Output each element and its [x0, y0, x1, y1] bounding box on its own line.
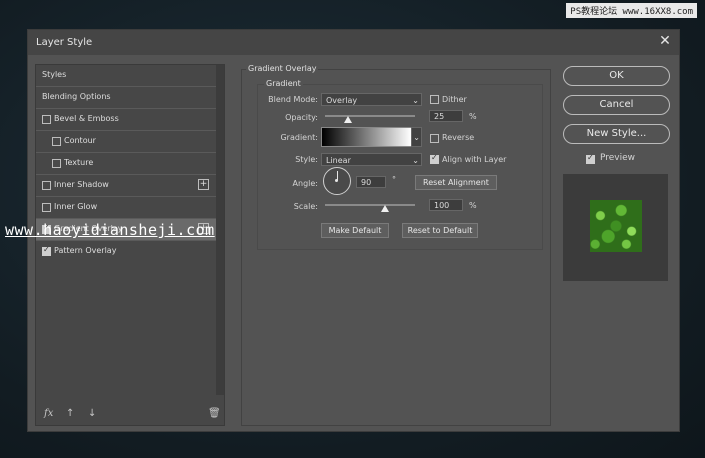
opacity-slider[interactable] [325, 115, 415, 117]
list-item-label: Inner Shadow [54, 180, 109, 189]
bevel-emboss-checkbox[interactable] [42, 115, 51, 124]
scale-slider-thumb[interactable] [381, 205, 390, 212]
make-default-button[interactable]: Make Default [321, 223, 389, 238]
angle-dial-center [335, 179, 338, 182]
reverse-label: Reverse [442, 133, 475, 142]
chevron-down-icon: ⌄ [412, 156, 419, 165]
trash-icon[interactable]: 🗑 [208, 408, 221, 419]
watermark-overlay: www.haoyidiansheji.com [5, 221, 215, 239]
add-inner-shadow-icon[interactable]: + [198, 179, 209, 190]
align-with-layer-label: Align with Layer [442, 155, 507, 164]
gradient-overlay-panel: Gradient Overlay Gradient Blend Mode: Ov… [241, 64, 551, 426]
style-label: Style: [295, 155, 318, 164]
preview-box [563, 174, 668, 281]
list-item-pattern-overlay[interactable]: Pattern Overlay [36, 241, 216, 262]
blend-mode-select[interactable]: Overlay ⌄ [321, 93, 422, 106]
fx-icon[interactable]: fx [44, 408, 53, 419]
style-value: Linear [326, 156, 351, 165]
scale-label: Scale: [293, 202, 318, 211]
dialog-title: Layer Style [36, 37, 93, 48]
move-up-icon[interactable]: ↑ [66, 408, 74, 419]
list-item-label: Styles [42, 70, 67, 79]
angle-input[interactable]: 90 [356, 176, 386, 188]
angle-dial[interactable] [323, 167, 351, 195]
scale-unit: % [469, 201, 477, 210]
contour-checkbox[interactable] [52, 137, 61, 146]
new-style-button[interactable]: New Style... [563, 124, 670, 144]
cancel-button[interactable]: Cancel [563, 95, 670, 115]
section-title: Gradient Overlay [246, 64, 319, 73]
chevron-down-icon: ⌄ [413, 133, 420, 142]
list-item-label: Blending Options [42, 92, 111, 101]
blend-mode-value: Overlay [326, 96, 358, 105]
align-with-layer-checkbox[interactable] [430, 153, 439, 164]
gradient-picker-dropdown[interactable]: ⌄ [411, 127, 422, 147]
scale-input[interactable]: 100 [429, 199, 463, 211]
gradient-label: Gradient: [280, 133, 318, 142]
list-item-contour[interactable]: Contour [36, 131, 216, 153]
list-item-label: Inner Glow [54, 202, 98, 211]
inner-glow-checkbox[interactable] [42, 203, 51, 212]
style-select[interactable]: Linear ⌄ [321, 153, 422, 166]
preview-label: Preview [600, 153, 636, 163]
dither-checkbox[interactable] [430, 95, 439, 104]
move-down-icon[interactable]: ↓ [88, 408, 96, 419]
close-icon[interactable]: ✕ [657, 33, 673, 49]
inner-shadow-checkbox[interactable] [42, 181, 51, 190]
group-title: Gradient [264, 79, 303, 88]
list-item-label: Contour [64, 136, 96, 145]
reset-alignment-button[interactable]: Reset Alignment [415, 175, 497, 190]
list-item-label: Texture [64, 158, 94, 167]
list-item-bevel-emboss[interactable]: Bevel & Emboss [36, 109, 216, 131]
preview-thumbnail [590, 200, 642, 252]
angle-unit: ° [392, 175, 396, 184]
reverse-checkbox[interactable] [430, 134, 439, 143]
gradient-group: Gradient Blend Mode: Overlay ⌄ Dither Op… [257, 79, 543, 250]
blend-mode-label: Blend Mode: [268, 95, 318, 104]
scale-slider[interactable] [325, 204, 415, 206]
opacity-input[interactable]: 25 [429, 110, 463, 122]
angle-label: Angle: [292, 179, 318, 188]
opacity-label: Opacity: [285, 113, 318, 122]
list-item-label: Pattern Overlay [54, 246, 117, 255]
texture-checkbox[interactable] [52, 159, 61, 168]
pattern-overlay-checkbox[interactable] [42, 245, 51, 256]
gradient-swatch[interactable] [321, 127, 412, 147]
list-item-inner-shadow[interactable]: Inner Shadow + [36, 175, 216, 197]
dither-label: Dither [442, 95, 467, 104]
ok-button[interactable]: OK [563, 66, 670, 86]
opacity-unit: % [469, 112, 477, 121]
list-item-texture[interactable]: Texture [36, 153, 216, 175]
reset-to-default-button[interactable]: Reset to Default [402, 223, 478, 238]
list-item-blending-options[interactable]: Blending Options [36, 87, 216, 109]
preview-checkbox[interactable] [586, 153, 595, 164]
watermark-top: PS教程论坛 www.16XX8.com [566, 3, 697, 18]
styles-list: Styles Blending Options Bevel & Emboss C… [35, 64, 225, 426]
list-item-label: Bevel & Emboss [54, 114, 119, 123]
title-bar: Layer Style ✕ [28, 30, 679, 55]
chevron-down-icon: ⌄ [412, 96, 419, 105]
opacity-slider-thumb[interactable] [343, 116, 352, 123]
list-scrollbar[interactable] [216, 65, 224, 395]
list-item-inner-glow[interactable]: Inner Glow [36, 197, 216, 219]
list-item-styles[interactable]: Styles [36, 65, 216, 87]
